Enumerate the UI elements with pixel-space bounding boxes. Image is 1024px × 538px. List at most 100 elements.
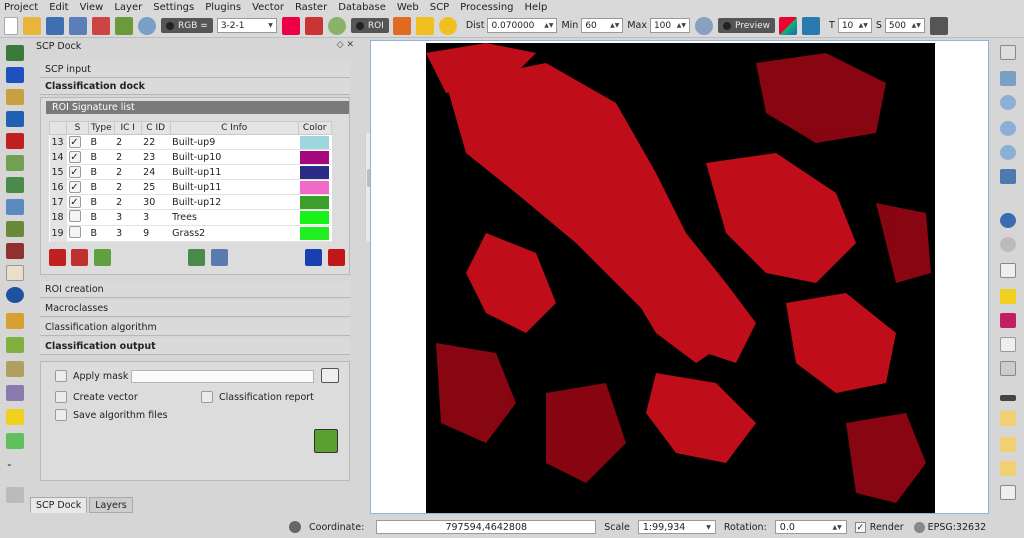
user-manual-icon[interactable] (6, 265, 24, 281)
table-row[interactable]: 19 B 3 9 Grass2 (49, 225, 332, 242)
scatter-plot-icon[interactable] (6, 199, 24, 215)
ic-cell[interactable]: 2 (114, 179, 142, 195)
menu-processing[interactable]: Processing (460, 2, 513, 13)
pan-icon[interactable] (1000, 45, 1016, 60)
preview-redraw-icon[interactable] (802, 16, 820, 35)
apply-mask-checkbox[interactable]: Apply mask (55, 370, 128, 382)
ic-cell[interactable]: 2 (114, 194, 142, 210)
spectral-plot-icon[interactable] (6, 177, 24, 193)
messages-icon[interactable] (289, 521, 301, 533)
menu-settings[interactable]: Settings (153, 2, 194, 13)
chevron-down-icon[interactable]: ⌄ (6, 459, 24, 475)
classification-output-header[interactable]: Classification output (40, 338, 350, 355)
deselect-icon[interactable] (1000, 289, 1016, 304)
pan-to-selection-icon[interactable] (1000, 71, 1016, 86)
menu-database[interactable]: Database (338, 2, 386, 13)
zoom-preview-icon[interactable] (694, 16, 713, 35)
color-cell[interactable] (298, 179, 332, 195)
col-cinfo[interactable]: C Info (169, 121, 299, 135)
type-cell[interactable]: B (88, 179, 115, 195)
type-cell[interactable]: B (88, 134, 115, 150)
roi-creation-header[interactable]: ROI creation (40, 281, 350, 298)
crs-icon[interactable] (913, 521, 925, 533)
select-checkbox[interactable]: ✓ (68, 196, 81, 208)
color-swatch[interactable] (300, 211, 330, 224)
classification-algorithm-header[interactable]: Classification algorithm (40, 319, 350, 336)
cinfo-cell[interactable]: Built-up10 (170, 149, 299, 165)
select-cell[interactable] (66, 225, 89, 242)
menu-raster[interactable]: Raster (295, 2, 327, 13)
ic-cell[interactable]: 2 (114, 134, 142, 150)
cinfo-cell[interactable]: Trees (170, 209, 299, 226)
select-cell[interactable]: ✓ (66, 179, 89, 195)
map-canvas[interactable] (370, 40, 989, 514)
color-cell[interactable] (298, 149, 332, 165)
gear-icon[interactable] (1000, 237, 1016, 252)
tab-scp-dock[interactable]: SCP Dock (30, 497, 88, 513)
download-icon[interactable] (6, 67, 24, 83)
macroclasses-header[interactable]: Macroclasses (40, 300, 350, 317)
max-input[interactable]: 100 ▲▼ (649, 18, 690, 33)
spectral-plot-button-icon[interactable] (188, 249, 205, 266)
select-cell[interactable]: ✓ (66, 164, 89, 180)
create-vector-checkbox[interactable]: Create vector (55, 391, 138, 403)
save-project-icon[interactable] (46, 16, 64, 35)
col-color[interactable]: Color (297, 121, 332, 135)
zoom-roi-icon[interactable] (327, 16, 346, 35)
zoom-out-icon[interactable] (1000, 121, 1016, 136)
color-cell[interactable] (298, 164, 332, 180)
col-type[interactable]: Type (88, 121, 115, 135)
render-checkbox[interactable]: ✓ (854, 521, 866, 533)
tools-icon[interactable] (6, 89, 24, 105)
postprocessing-icon[interactable] (6, 133, 24, 149)
type-cell[interactable]: B (88, 225, 115, 242)
cinfo-cell[interactable]: Grass2 (170, 225, 299, 242)
annotation-icon[interactable] (1000, 411, 1016, 426)
cinfo-cell[interactable]: Built-up9 (170, 134, 299, 150)
classification-dock-header[interactable]: Classification dock (40, 78, 350, 95)
chart3-icon[interactable] (6, 361, 24, 377)
preview-toggle[interactable]: Preview (717, 18, 775, 33)
select-cell[interactable]: ✓ (66, 134, 89, 150)
preprocessing-icon[interactable] (6, 111, 24, 127)
s-input[interactable]: 500 ▲▼ (884, 18, 925, 33)
color-cell[interactable] (298, 194, 332, 210)
col-cid[interactable]: C ID (140, 121, 171, 135)
type-cell[interactable]: B (88, 149, 115, 165)
t-input[interactable]: 10 ▲▼ (837, 18, 872, 33)
menu-scp[interactable]: SCP (430, 2, 449, 13)
color-swatch[interactable] (300, 227, 330, 240)
dock-float-close-buttons[interactable]: ◇ ✕ (337, 40, 354, 50)
tab-layers[interactable]: Layers (89, 497, 133, 513)
cid-cell[interactable]: 9 (141, 225, 171, 242)
scp-input-header[interactable]: SCP input (40, 61, 350, 78)
ic-cell[interactable]: 3 (114, 209, 142, 226)
ic-cell[interactable]: 3 (114, 225, 142, 242)
menu-edit[interactable]: Edit (49, 2, 68, 13)
remove-signature-icon[interactable] (49, 249, 66, 266)
layers-icon[interactable] (6, 45, 24, 61)
scatter-plot-button-icon[interactable] (211, 249, 228, 266)
redo-roi-icon[interactable] (438, 16, 457, 35)
new-print-composer-icon[interactable] (92, 16, 110, 35)
color-cell[interactable] (298, 134, 332, 150)
coordinate-field[interactable]: 797594,4642808 (376, 520, 597, 534)
save-algorithm-files-checkbox[interactable]: Save algorithm files (55, 409, 168, 421)
table-row[interactable]: 15 ✓ B 2 24 Built-up11 (49, 164, 332, 180)
region-growing-icon[interactable] (304, 16, 323, 35)
chart4-icon[interactable] (6, 385, 24, 401)
ic-cell[interactable]: 2 (114, 164, 142, 180)
table-row[interactable]: 14 ✓ B 2 23 Built-up10 (49, 149, 332, 165)
zoom-in-icon[interactable] (1000, 95, 1016, 110)
color-cell[interactable] (298, 209, 332, 226)
settings-icon[interactable] (6, 243, 24, 259)
batch-icon[interactable] (6, 221, 24, 237)
select-cell[interactable] (66, 209, 89, 226)
col-ic[interactable]: IC I (113, 121, 142, 135)
annotation2-icon[interactable] (1000, 437, 1016, 452)
zoom-full-icon[interactable] (1000, 169, 1016, 184)
select-cell[interactable]: ✓ (66, 194, 89, 210)
band-calc-icon[interactable] (6, 155, 24, 171)
roi-toggle[interactable]: ROI (350, 18, 389, 33)
epsg-label[interactable]: EPSG:32632 (928, 522, 987, 533)
